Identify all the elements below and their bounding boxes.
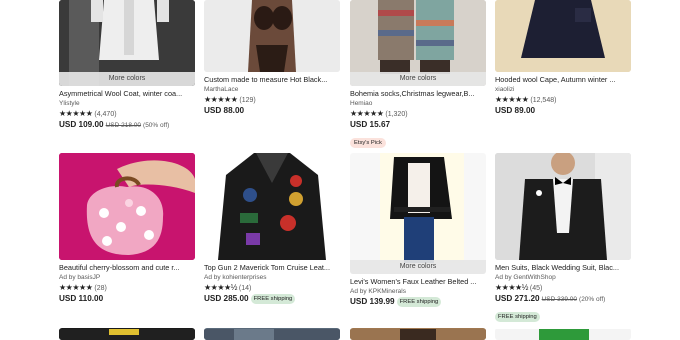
sale-price: USD 285.00: [204, 294, 249, 303]
free-shipping-badge: FREE shipping: [495, 312, 540, 322]
review-count: (129): [239, 97, 256, 104]
rating: ★★★★★ (4,470): [59, 108, 195, 119]
review-count: (28): [94, 285, 107, 292]
shop-name: Ad by GentWithShop: [495, 274, 556, 281]
listing-image[interactable]: [350, 328, 486, 340]
listing-title[interactable]: Men Suits, Black Wedding Suit, Blac...: [495, 263, 631, 273]
discount: (50% off): [143, 122, 170, 129]
price: USD 89.00: [495, 105, 631, 117]
sale-price: USD 109.00: [59, 120, 104, 129]
review-count: (4,470): [94, 111, 117, 118]
rating: ★★★★★ (129): [204, 94, 340, 105]
listing-card[interactable]: Hooded wool Cape, Autumn winter ... xiao…: [495, 0, 631, 117]
review-count: (45): [529, 285, 543, 292]
rating: ★★★★★ (28): [59, 282, 195, 293]
listing-image[interactable]: More colors: [350, 0, 486, 86]
listing-card[interactable]: [495, 328, 631, 340]
listing-image[interactable]: [59, 328, 195, 340]
free-shipping-badge: FREE shipping: [396, 297, 442, 307]
product-photo: [495, 329, 631, 340]
shop-name: xiaolizi: [495, 86, 515, 93]
rating: ★★★★½ (14): [204, 282, 340, 293]
more-colors-label: More colors: [59, 72, 195, 86]
listing-card[interactable]: More colors Levi's Women's Faux Leather …: [350, 153, 486, 308]
star-rating-icon: ★★★★★: [59, 283, 93, 292]
listing-card[interactable]: More colors Bohemia socks,Christmas legw…: [350, 0, 486, 149]
price: USD 110.00: [59, 293, 195, 305]
listing-card[interactable]: Top Gun 2 Maverick Tom Cruise Leat... Ad…: [204, 153, 340, 305]
listing-title[interactable]: Top Gun 2 Maverick Tom Cruise Leat...: [204, 263, 340, 273]
listing-title[interactable]: Beautiful cherry-blossom and cute r...: [59, 263, 195, 273]
listing-card[interactable]: Men Suits, Black Wedding Suit, Blac... A…: [495, 153, 631, 323]
listing-card[interactable]: Custom made to measure Hot Black... Mart…: [204, 0, 340, 117]
etsys-pick-badge: Etsy's Pick: [350, 138, 386, 148]
rating: ★★★★★ (1,320): [350, 108, 486, 119]
product-photo: [59, 153, 195, 260]
listing-card[interactable]: [350, 328, 486, 340]
listing-card[interactable]: [59, 328, 195, 340]
listing-image[interactable]: More colors: [350, 153, 486, 274]
listing-title[interactable]: Bohemia socks,Christmas legwear,B...: [350, 89, 486, 99]
shop-name: Ad by KPKMinerals: [350, 288, 406, 295]
price: USD 271.20 USD 339.00 (20% off): [495, 293, 631, 305]
listing-image[interactable]: More colors: [59, 0, 195, 86]
free-shipping-badge: FREE shipping: [250, 294, 296, 304]
price: USD 109.00 USD 218.00 (50% off): [59, 119, 195, 131]
star-rating-icon: ★★★★★: [59, 109, 93, 118]
star-rating-icon: ★★★★★: [495, 95, 529, 104]
product-photo: [495, 0, 631, 72]
shop-name: Hemiao: [350, 100, 373, 107]
more-colors-label: More colors: [350, 72, 486, 86]
listing-title[interactable]: Custom made to measure Hot Black...: [204, 75, 340, 85]
sale-price: USD 271.20: [495, 294, 540, 303]
listing-image[interactable]: [59, 153, 195, 260]
sale-price: USD 139.99: [350, 297, 395, 306]
listing-image[interactable]: [495, 328, 631, 340]
listing-card[interactable]: More colors Asymmetrical Wool Coat, wint…: [59, 0, 195, 131]
listing-title[interactable]: Hooded wool Cape, Autumn winter ...: [495, 75, 631, 85]
listing-image[interactable]: [204, 153, 340, 260]
review-count: (12,548): [530, 97, 557, 104]
product-photo: [350, 329, 486, 340]
product-photo: [59, 329, 195, 340]
price: USD 15.67: [350, 119, 486, 131]
product-photo: [350, 153, 486, 274]
shop-name: Ad by kohienterprises: [204, 274, 267, 281]
product-photo: [204, 153, 340, 260]
shop-name: MarthaLace: [204, 86, 239, 93]
shop-name: Ad by basisJP: [59, 274, 101, 281]
product-photo: [204, 329, 340, 340]
price: USD 139.99 FREE shipping: [350, 296, 486, 308]
star-rating-icon: ★★★★★: [350, 109, 384, 118]
listing-title[interactable]: Asymmetrical Wool Coat, winter coa...: [59, 89, 195, 99]
shop-name: Ylistyle: [59, 100, 80, 107]
sale-price: USD 15.67: [350, 120, 391, 129]
product-photo: [495, 153, 631, 260]
review-count: (1,320): [385, 111, 408, 118]
more-colors-label: More colors: [350, 260, 486, 274]
listing-image[interactable]: [495, 0, 631, 72]
listing-image[interactable]: [204, 0, 340, 72]
star-rating-icon: ★★★★½: [204, 283, 237, 292]
rating: ★★★★½ (45): [495, 282, 631, 293]
sale-price: USD 88.00: [204, 106, 245, 115]
discount: (20% off): [579, 296, 606, 303]
price: USD 285.00 FREE shipping: [204, 293, 340, 305]
star-rating-icon: ★★★★½: [495, 283, 528, 292]
review-count: (14): [238, 285, 252, 292]
listing-card[interactable]: Beautiful cherry-blossom and cute r... A…: [59, 153, 195, 305]
sale-price: USD 110.00: [59, 294, 104, 303]
original-price: USD 218.00: [105, 122, 142, 129]
listing-image[interactable]: [204, 328, 340, 340]
star-rating-icon: ★★★★★: [204, 95, 238, 104]
rating: ★★★★★ (12,548): [495, 94, 631, 105]
sale-price: USD 89.00: [495, 106, 536, 115]
listing-title[interactable]: Levi's Women's Faux Leather Belted ...: [350, 277, 486, 287]
listing-image[interactable]: [495, 153, 631, 260]
listing-card[interactable]: [204, 328, 340, 340]
price: USD 88.00: [204, 105, 340, 117]
original-price: USD 339.00: [541, 296, 578, 303]
product-photo: [204, 0, 340, 72]
